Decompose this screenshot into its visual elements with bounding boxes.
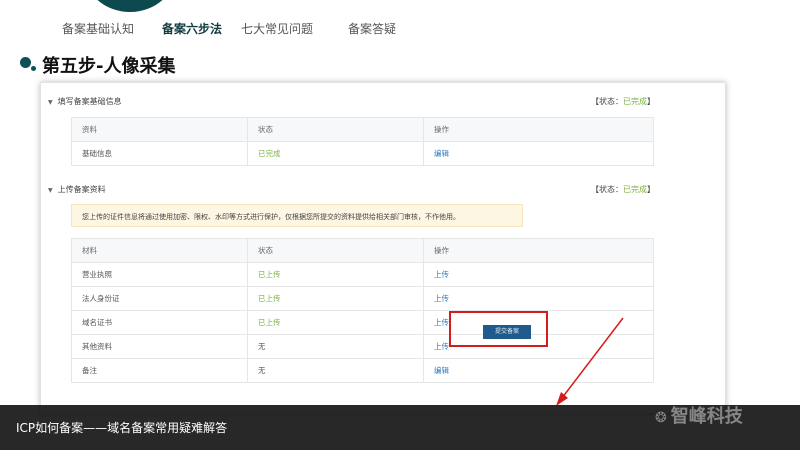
row-status: 已上传 <box>247 286 424 311</box>
table-row: 备注 无 编辑 <box>71 358 654 383</box>
table-row: 域名证书 已上传 上传 <box>71 310 654 335</box>
basic-info-table: 资料 状态 操作 基础信息 已完成 编辑 <box>71 117 654 166</box>
caret-down-icon: ▼ <box>48 99 53 106</box>
column-header: 状态 <box>247 238 424 263</box>
section-upload-title: 上传备案资料 <box>57 185 106 194</box>
row-status: 已上传 <box>247 310 424 335</box>
tab-six-steps[interactable]: 备案六步法 <box>162 20 222 37</box>
row-status: 已完成 <box>247 141 424 166</box>
status-value: 已完成 <box>623 97 647 106</box>
upload-link[interactable]: 上传 <box>423 286 654 311</box>
table-row: 法人身份证 已上传 上传 <box>71 286 654 311</box>
tab-basic-knowledge[interactable]: 备案基础认知 <box>62 20 134 37</box>
section-basic-info-header[interactable]: ▼ 填写备案基础信息 <box>48 96 122 107</box>
row-status: 已上传 <box>247 262 424 287</box>
row-status: 无 <box>247 334 424 359</box>
submit-filing-button[interactable]: 提交备案 <box>483 325 531 339</box>
table-row: 基础信息 已完成 编辑 <box>71 141 654 166</box>
column-header: 材料 <box>71 238 248 263</box>
column-header: 操作 <box>423 117 654 142</box>
privacy-notice: 您上传的证件信息将通过使用加密、限权、水印等方式进行保护，仅根据您所提交的资料提… <box>71 204 523 227</box>
page-title: 第五步-人像采集 <box>42 56 176 77</box>
header-decoration <box>84 0 176 12</box>
upload-table: 材料 状态 操作 营业执照 已上传 上传 法人身份证 已上传 上传 域名证书 已… <box>71 238 654 383</box>
row-status: 无 <box>247 358 424 383</box>
column-header: 操作 <box>423 238 654 263</box>
edit-link[interactable]: 编辑 <box>423 141 654 166</box>
filing-panel: ▼ 填写备案基础信息 【状态：已完成】 资料 状态 操作 基础信息 已完成 编辑 … <box>40 82 726 414</box>
edit-link[interactable]: 编辑 <box>423 358 654 383</box>
table-header-row: 材料 状态 操作 <box>71 238 654 263</box>
status-value: 已完成 <box>623 185 647 194</box>
row-name: 营业执照 <box>71 262 248 287</box>
tab-common-questions[interactable]: 七大常见问题 <box>241 20 313 37</box>
title-bullet-icon <box>20 57 31 68</box>
title-bullet-dot-icon <box>31 66 36 71</box>
row-name: 法人身份证 <box>71 286 248 311</box>
wechat-icon: ❂ <box>655 410 667 426</box>
watermark: ❂ 智峰科技 <box>655 402 743 428</box>
caret-down-icon: ▼ <box>48 187 53 194</box>
watermark-text: 智峰科技 <box>670 406 743 427</box>
top-nav: 备案基础认知 备案六步法 七大常见问题 备案答疑 <box>0 20 800 40</box>
table-row: 其他资料 无 上传 <box>71 334 654 359</box>
upload-link[interactable]: 上传 <box>423 262 654 287</box>
table-row: 营业执照 已上传 上传 <box>71 262 654 287</box>
column-header: 资料 <box>71 117 248 142</box>
section-upload-header[interactable]: ▼ 上传备案资料 <box>48 184 106 195</box>
row-name: 域名证书 <box>71 310 248 335</box>
row-name: 基础信息 <box>71 141 248 166</box>
section-upload-status: 【状态：已完成】 <box>591 185 655 194</box>
column-header: 状态 <box>247 117 424 142</box>
section-basic-info-title: 填写备案基础信息 <box>57 97 122 106</box>
section-basic-info-status: 【状态：已完成】 <box>591 97 655 106</box>
row-name: 备注 <box>71 358 248 383</box>
tab-qa[interactable]: 备案答疑 <box>348 20 396 37</box>
row-name: 其他资料 <box>71 334 248 359</box>
table-header-row: 资料 状态 操作 <box>71 117 654 142</box>
caption: ICP如何备案——域名备案常用疑难解答 <box>16 421 228 435</box>
